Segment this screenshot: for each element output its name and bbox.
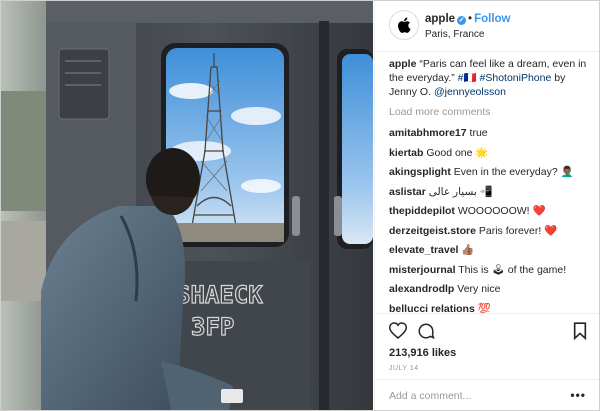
comment-username[interactable]: alexandrodlp xyxy=(389,283,454,295)
load-more-comments-button[interactable]: Load more comments xyxy=(389,105,589,119)
comment-username[interactable]: amitabhmore17 xyxy=(389,127,467,139)
comment-text: This is 🕹 of the game! xyxy=(458,263,567,276)
comment-text: Paris forever! ❤️ xyxy=(478,224,558,237)
comment-text: 💯 xyxy=(477,302,491,314)
comment-username[interactable]: akingsplight xyxy=(389,166,451,178)
instagram-post-modal: SHAECK 3FP apple ✓ • Follow Paris, France xyxy=(0,0,600,411)
username-link[interactable]: apple xyxy=(425,13,455,25)
separator-dot: • xyxy=(468,13,473,25)
comment-username[interactable]: misterjournal xyxy=(389,264,456,276)
comment-item: elevate_travel 👍🏽 xyxy=(389,243,589,257)
post-side-panel: apple ✓ • Follow Paris, France apple “Paris… xyxy=(374,1,599,410)
likes-count[interactable]: 213,916 likes xyxy=(389,347,456,359)
hashtag-flag[interactable]: #🇫🇷 xyxy=(458,72,477,84)
post-photo[interactable]: SHAECK 3FP xyxy=(1,1,373,410)
hashtag-shotoniphone[interactable]: #ShotoniPhone xyxy=(480,72,552,84)
comment-username[interactable]: kiertab xyxy=(389,147,423,159)
comment-text: WOOOOOOW! ❤️ xyxy=(457,205,546,217)
add-comment-input[interactable] xyxy=(389,388,549,404)
comment-item: misterjournal This is 🕹 of the game! xyxy=(389,263,589,277)
comment-text: Good one 🌟 xyxy=(426,146,489,159)
comment-items: amitabhmore17 true kiertab Good one 🌟 akin… xyxy=(389,126,589,313)
follow-button[interactable]: Follow xyxy=(474,13,510,25)
comment-item: derzeitgeist.store Paris forever! ❤️ xyxy=(389,224,589,238)
comment-text: 👍🏽 xyxy=(461,244,475,256)
caption-username[interactable]: apple xyxy=(389,58,416,70)
comment-item: amitabhmore17 true xyxy=(389,126,589,140)
comment-text: Very nice xyxy=(457,283,501,295)
comment-item: bellucci relations 💯 xyxy=(389,302,589,314)
header-text: apple ✓ • Follow Paris, France xyxy=(425,13,590,42)
comment-text: Even in the everyday? 🤦🏾‍♂️ xyxy=(453,166,574,178)
comment-item: alexandrodlp Very nice xyxy=(389,282,589,296)
add-comment-bar: ••• xyxy=(375,379,599,410)
train-photo-illustration: SHAECK 3FP xyxy=(1,1,373,410)
comment-username[interactable]: aslistar xyxy=(389,186,426,198)
comment-text: true xyxy=(469,127,488,139)
post-date: JULY 14 xyxy=(389,365,419,372)
avatar[interactable] xyxy=(389,10,419,40)
graffiti-line-2: 3FP xyxy=(191,313,234,341)
bookmark-icon[interactable] xyxy=(573,322,587,345)
location-link[interactable]: Paris, France xyxy=(425,28,590,42)
mention-link[interactable]: @jennyeolsson xyxy=(434,86,506,98)
comment-username[interactable]: derzeitgeist.store xyxy=(389,225,476,237)
comment-username[interactable]: bellucci relations xyxy=(389,303,475,314)
action-icon-row xyxy=(388,322,589,345)
comment-item: kiertab Good one 🌟 xyxy=(389,146,589,160)
comment-item: akingsplight Even in the everyday? 🤦🏾‍♂️ xyxy=(389,165,589,179)
post-header: apple ✓ • Follow Paris, France xyxy=(375,1,599,52)
comments-list[interactable]: apple “Paris can feel like a dream, even… xyxy=(389,57,589,313)
post-actions: 213,916 likes JULY 14 ••• xyxy=(375,313,599,410)
post-caption: apple “Paris can feel like a dream, even… xyxy=(389,57,589,99)
comment-item: thepiddepilot WOOOOOOW! ❤️ xyxy=(389,204,589,218)
heart-icon[interactable] xyxy=(388,322,408,344)
more-options-icon[interactable]: ••• xyxy=(570,388,586,402)
header-user-row: apple ✓ • Follow xyxy=(425,13,590,26)
comment-icon[interactable] xyxy=(417,322,435,345)
apple-logo-icon xyxy=(398,17,411,33)
verified-badge-icon: ✓ xyxy=(457,16,467,25)
graffiti-line-1: SHAECK xyxy=(176,281,263,309)
comment-text: بسیار عالی 📲 xyxy=(428,185,493,198)
comment-item: aslistar بسیار عالی 📲 xyxy=(389,185,589,199)
comment-username[interactable]: thepiddepilot xyxy=(389,205,455,217)
comment-username[interactable]: elevate_travel xyxy=(389,244,458,256)
